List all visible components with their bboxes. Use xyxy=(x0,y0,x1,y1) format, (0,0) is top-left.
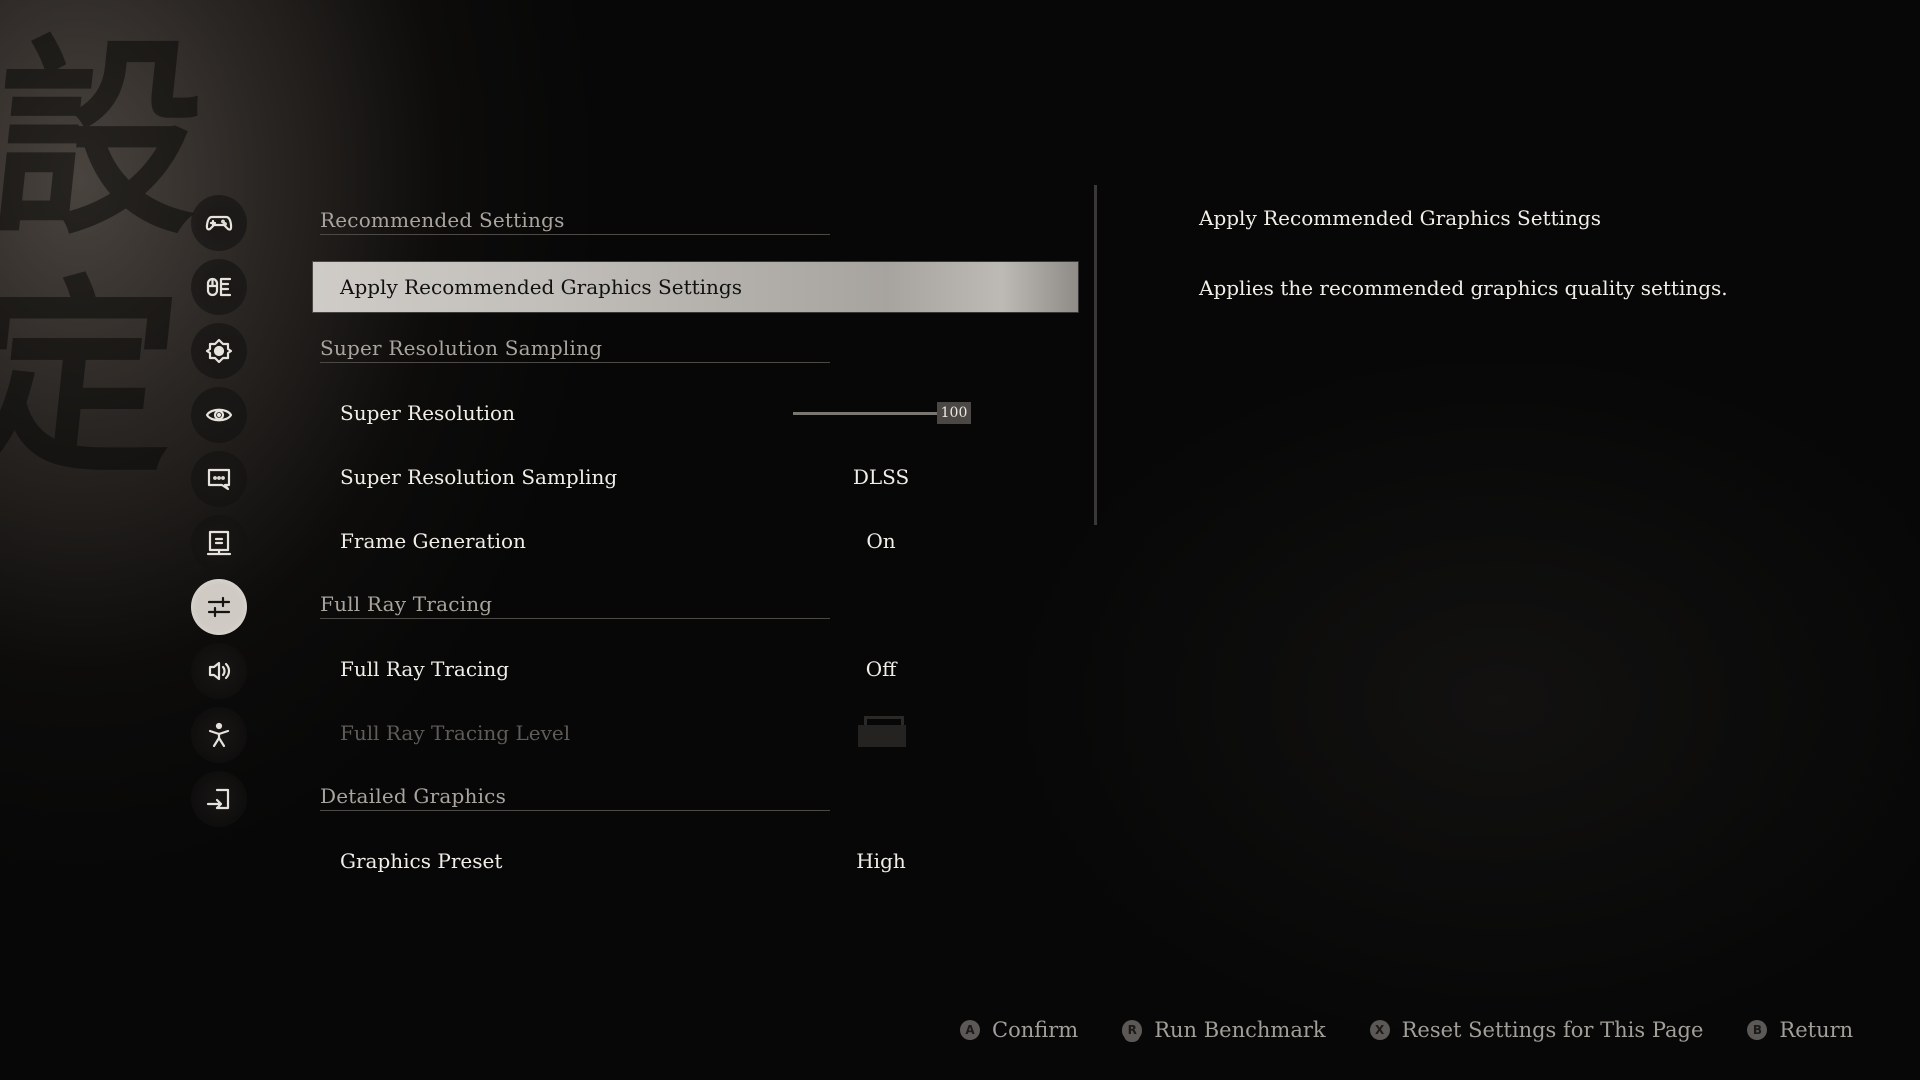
row-value[interactable]: DLSS xyxy=(836,465,926,489)
section-header-detailed-graphics: Detailed Graphics xyxy=(320,771,830,811)
section-header-full-ray-tracing: Full Ray Tracing xyxy=(320,579,830,619)
row-label: Super Resolution Sampling xyxy=(340,465,618,489)
row-value[interactable]: High xyxy=(836,849,926,873)
gamepad-icon xyxy=(205,215,233,231)
sliders-icon xyxy=(207,596,231,618)
sidebar-item-audio[interactable] xyxy=(191,643,247,699)
sidebar-item-screen[interactable] xyxy=(191,515,247,571)
slider-value: 100 xyxy=(937,402,971,424)
row-frame-generation[interactable]: Frame Generation On xyxy=(313,516,1078,566)
right-stick-icon: R xyxy=(1122,1020,1143,1040)
mouse-keyboard-icon xyxy=(206,277,232,297)
hint-label: Confirm xyxy=(992,1018,1079,1042)
description-title: Apply Recommended Graphics Settings xyxy=(1199,206,1602,230)
hint-label: Run Benchmark xyxy=(1154,1018,1326,1042)
row-graphics-preset[interactable]: Graphics Preset High xyxy=(313,836,1078,886)
row-value[interactable]: On xyxy=(836,529,926,553)
row-label: Frame Generation xyxy=(340,529,526,553)
description-body: Applies the recommended graphics quality… xyxy=(1199,276,1728,300)
hint-label: Reset Settings for This Page xyxy=(1401,1018,1704,1042)
reset-settings-button[interactable]: X Reset Settings for This Page xyxy=(1369,1018,1704,1042)
row-super-resolution-sampling[interactable]: Super Resolution Sampling DLSS xyxy=(313,452,1078,502)
b-button-icon: B xyxy=(1747,1020,1768,1040)
sidebar-item-language[interactable] xyxy=(191,451,247,507)
row-label: Super Resolution xyxy=(340,401,515,425)
row-full-ray-tracing-level: Full Ray Tracing Level xyxy=(313,708,1078,758)
section-header-recommended: Recommended Settings xyxy=(320,195,830,235)
eye-icon xyxy=(205,408,233,422)
sidebar-item-mouse-keyboard[interactable] xyxy=(191,259,247,315)
x-button-icon: X xyxy=(1369,1020,1390,1040)
a-button-icon: A xyxy=(960,1020,980,1040)
return-button[interactable]: B Return xyxy=(1747,1018,1853,1042)
section-header-super-resolution-sampling: Super Resolution Sampling xyxy=(320,323,830,363)
row-label: Apply Recommended Graphics Settings xyxy=(340,275,743,299)
hint-label: Return xyxy=(1779,1018,1854,1042)
footer-button-hints: A Confirm R Run Benchmark X Reset Settin… xyxy=(960,1013,1853,1047)
sidebar-item-graphics[interactable] xyxy=(191,579,247,635)
row-apply-recommended[interactable]: Apply Recommended Graphics Settings xyxy=(313,262,1078,312)
slider-fill xyxy=(793,412,939,415)
sidebar-item-display[interactable] xyxy=(191,323,247,379)
brightness-icon xyxy=(205,338,233,364)
super-resolution-slider[interactable]: 100 xyxy=(793,402,973,424)
settings-scrollbar[interactable] xyxy=(1094,185,1097,525)
row-label: Full Ray Tracing Level xyxy=(340,721,571,745)
lock-icon xyxy=(858,716,906,748)
chat-bubble-icon xyxy=(207,468,231,491)
row-label: Full Ray Tracing xyxy=(340,657,510,681)
confirm-button[interactable]: A Confirm xyxy=(960,1018,1078,1042)
accessibility-icon xyxy=(208,722,230,748)
sidebar-item-controller[interactable] xyxy=(191,195,247,251)
settings-category-sidebar xyxy=(191,195,247,835)
run-benchmark-button[interactable]: R Run Benchmark xyxy=(1122,1018,1326,1042)
row-super-resolution[interactable]: Super Resolution 100 xyxy=(313,388,1078,438)
sidebar-item-camera[interactable] xyxy=(191,387,247,443)
row-full-ray-tracing[interactable]: Full Ray Tracing Off xyxy=(313,644,1078,694)
sidebar-item-accessibility[interactable] xyxy=(191,707,247,763)
exit-icon xyxy=(206,788,230,810)
monitor-icon xyxy=(206,530,232,556)
sidebar-item-exit[interactable] xyxy=(191,771,247,827)
speaker-icon xyxy=(208,661,231,681)
row-value[interactable]: Off xyxy=(836,657,926,681)
row-label: Graphics Preset xyxy=(340,849,503,873)
